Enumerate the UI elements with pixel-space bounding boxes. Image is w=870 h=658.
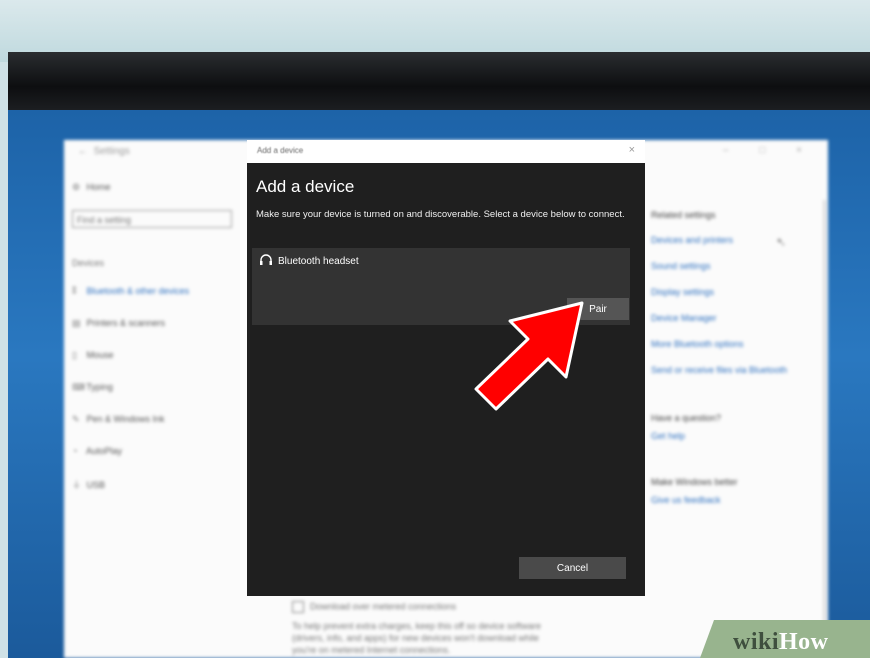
nav-typing[interactable]: ⌨ Typing <box>72 382 113 393</box>
monitor-bezel <box>8 52 870 112</box>
get-help-link[interactable]: Get help <box>651 431 685 441</box>
nav-autoplay[interactable]: ◔ AutoPlay <box>72 446 122 456</box>
nav-label: AutoPlay <box>86 446 123 456</box>
nav-label: USB <box>86 480 106 490</box>
question-heading: Have a question? <box>651 413 722 423</box>
settings-search-input[interactable]: Find a setting <box>72 210 232 228</box>
nav-label: Pen & Windows Ink <box>86 414 165 424</box>
make-better-heading: Make Windows better <box>651 477 738 487</box>
device-name: Bluetooth headset <box>278 256 359 267</box>
nav-printers[interactable]: ▤ Printers & scanners <box>72 318 165 329</box>
red-arrow-icon <box>474 301 584 411</box>
related-settings-heading: Related settings <box>651 210 716 220</box>
settings-scrollbar[interactable] <box>823 200 826 640</box>
nav-section-devices: Devices <box>72 258 105 268</box>
logo-text-a: wiki <box>733 629 780 655</box>
mouse-icon: ▯ <box>72 350 77 360</box>
nav-pen[interactable]: ✎ Pen & Windows Ink <box>72 414 165 425</box>
related-link[interactable]: Send or receive files via Bluetooth <box>651 365 787 375</box>
nav-label: Printers & scanners <box>86 318 166 328</box>
cancel-button[interactable]: Cancel <box>519 557 626 579</box>
mouse-cursor-icon: ➷ <box>776 235 787 249</box>
dialog-close-icon[interactable]: × <box>629 144 635 156</box>
nav-mouse[interactable]: ▯ Mouse <box>72 350 114 361</box>
bluetooth-icon: ⁑ <box>72 286 77 296</box>
related-link[interactable]: Sound settings <box>651 261 711 271</box>
checkbox-box[interactable] <box>292 601 304 613</box>
autoplay-icon: ◔ <box>72 446 78 456</box>
settings-title-text: Settings <box>93 146 130 157</box>
nav-home[interactable]: ⚙ Home <box>72 182 111 193</box>
nav-usb[interactable]: ⏚ USB <box>72 478 105 491</box>
dialog-heading: Add a device <box>256 177 355 196</box>
metered-desc-line: (drivers, info, and apps) for new device… <box>292 633 539 643</box>
related-link[interactable]: Display settings <box>651 287 714 297</box>
settings-title: ← Settings <box>78 146 130 157</box>
checkbox-label: Download over metered connections <box>310 601 457 612</box>
logo-text-b: How <box>779 629 829 655</box>
nav-label: Typing <box>86 382 113 392</box>
dialog-description: Make sure your device is turned on and d… <box>256 209 625 220</box>
dialog-titlebar: Add a device × <box>247 140 645 164</box>
printer-icon: ▤ <box>72 318 81 328</box>
pen-icon: ✎ <box>72 414 80 424</box>
headphones-icon <box>260 254 272 265</box>
metered-desc-line: you're on metered Internet connections. <box>292 645 451 655</box>
nav-home-label: Home <box>86 182 111 192</box>
usb-icon: ⏚ <box>72 480 82 490</box>
nav-label: Bluetooth & other devices <box>86 286 190 296</box>
related-link[interactable]: More Bluetooth options <box>651 339 744 349</box>
wikihow-logo: wikiHow <box>733 629 829 656</box>
related-link[interactable]: Devices and printers <box>651 235 733 245</box>
nav-bluetooth[interactable]: ⁑ Bluetooth & other devices <box>72 286 189 297</box>
nav-label: Mouse <box>86 350 114 360</box>
feedback-link[interactable]: Give us feedback <box>651 495 721 505</box>
metered-download-checkbox[interactable]: Download over metered connections <box>292 601 456 613</box>
related-link[interactable]: Device Manager <box>651 313 717 323</box>
keyboard-icon: ⌨ <box>72 382 85 392</box>
settings-window-controls[interactable]: – □ × <box>723 145 816 156</box>
home-icon: ⚙ <box>72 182 81 192</box>
dialog-window-title: Add a device <box>257 146 304 155</box>
metered-desc-line: To help prevent extra charges, keep this… <box>292 621 541 631</box>
